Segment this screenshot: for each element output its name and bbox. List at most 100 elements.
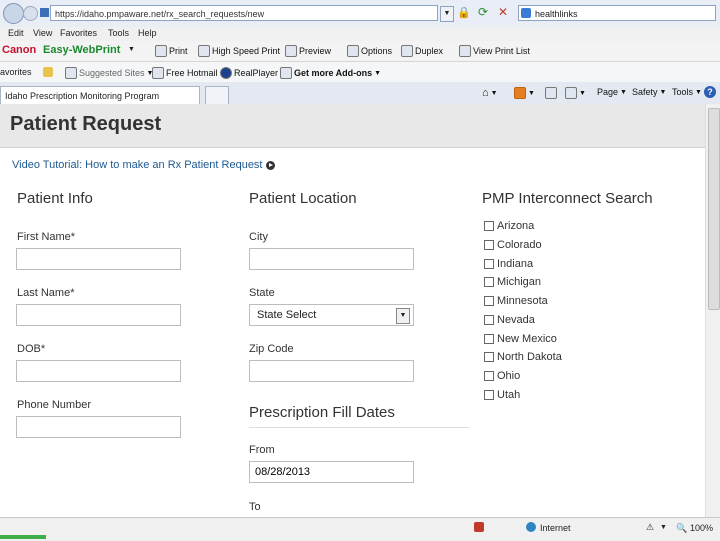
state-checkbox-nevada[interactable]: Nevada — [484, 314, 535, 326]
menu-edit[interactable]: Edit — [8, 28, 24, 38]
printer-icon — [565, 87, 577, 99]
checkbox[interactable] — [484, 296, 494, 306]
high-speed-print-button[interactable]: High Speed Print — [198, 45, 280, 57]
from-label: From — [249, 444, 275, 456]
canon-product[interactable]: Easy-WebPrint — [43, 44, 120, 56]
list-icon — [459, 45, 471, 57]
video-tutorial-link[interactable]: Video Tutorial: How to make an Rx Patien… — [12, 159, 275, 171]
home-icon: ⌂ — [482, 87, 489, 99]
printer-icon — [198, 45, 210, 57]
state-checkbox-colorado[interactable]: Colorado — [484, 239, 542, 251]
state-checkbox-arizona[interactable]: Arizona — [484, 220, 534, 232]
state-checkbox-indiana[interactable]: Indiana — [484, 258, 533, 270]
add-favorites-icon[interactable] — [43, 67, 53, 77]
mail-icon — [545, 87, 557, 99]
state-checkbox-north-dakota[interactable]: North Dakota — [484, 351, 562, 363]
interconnect-title: PMP Interconnect Search — [482, 190, 653, 207]
state-label: State — [249, 287, 275, 299]
security-icon — [474, 522, 484, 532]
refresh-icon[interactable]: ⟳ — [478, 5, 492, 19]
page-menu[interactable]: Page ▼ — [597, 87, 627, 97]
search-input[interactable]: healthlinks — [518, 5, 716, 21]
view-print-list-button[interactable]: View Print List — [459, 45, 530, 57]
favorites-bar: avorites Suggested Sites ▼ Free Hotmail R… — [0, 62, 720, 83]
scrollbar-thumb[interactable] — [708, 108, 720, 310]
checkbox[interactable] — [484, 221, 494, 231]
zip-code-label: Zip Code — [249, 343, 294, 355]
feeds-button[interactable]: ▼ — [514, 87, 535, 99]
protected-mode-icon[interactable]: ⚠ — [646, 522, 654, 533]
suggested-sites-link[interactable]: Suggested Sites ▼ — [65, 67, 153, 79]
state-checkbox-new-mexico[interactable]: New Mexico — [484, 333, 557, 345]
url-dropdown-icon[interactable]: ▼ — [440, 6, 454, 22]
checkbox[interactable] — [484, 240, 494, 250]
status-bar: Internet ⚠ ▼ 🔍 100% — [0, 517, 720, 541]
to-label: To — [249, 501, 261, 513]
last-name-input[interactable] — [16, 304, 181, 326]
checkbox[interactable] — [484, 259, 494, 269]
state-checkbox-ohio[interactable]: Ohio — [484, 370, 520, 382]
home-button[interactable]: ⌂ ▼ — [482, 87, 498, 99]
options-button[interactable]: Options — [347, 45, 392, 57]
chevron-down-icon: ▼ — [659, 88, 667, 96]
state-checkbox-utah[interactable]: Utah — [484, 389, 520, 401]
print-toolbar-button[interactable]: ▼ — [565, 87, 586, 99]
chevron-down-icon: ▼ — [374, 69, 382, 77]
status-progress — [0, 535, 46, 539]
checkbox[interactable] — [484, 315, 494, 325]
play-icon — [265, 160, 275, 170]
browser-tab[interactable]: Idaho Prescription Monitoring Program — [0, 86, 200, 104]
zip-code-input[interactable] — [249, 360, 414, 382]
zoom-icon[interactable]: 🔍 — [676, 523, 687, 534]
dob-input[interactable] — [16, 360, 181, 382]
forward-button[interactable] — [23, 6, 38, 21]
page-scrollbar[interactable] — [705, 104, 720, 517]
checkbox[interactable] — [484, 334, 494, 344]
menu-help[interactable]: Help — [138, 28, 157, 38]
zoom-level[interactable]: 100% — [690, 523, 713, 533]
favorites-label[interactable]: avorites — [0, 67, 32, 77]
stop-icon[interactable]: ✕ — [498, 5, 512, 19]
chevron-down-icon[interactable]: ▼ — [660, 524, 667, 531]
last-name-label: Last Name* — [17, 287, 75, 299]
checkbox[interactable] — [484, 371, 494, 381]
checkbox[interactable] — [484, 277, 494, 287]
get-more-addons-link[interactable]: Get more Add-ons ▼ — [280, 67, 381, 79]
canon-dropdown-icon[interactable]: ▼ — [128, 46, 135, 53]
from-date-input[interactable] — [249, 461, 414, 483]
chevron-down-icon: ▼ — [490, 89, 498, 97]
search-engine-icon[interactable] — [521, 8, 531, 18]
checkbox[interactable] — [484, 390, 494, 400]
preview-button[interactable]: Preview — [285, 45, 331, 57]
menu-view[interactable]: View — [33, 28, 52, 38]
zone-label: Internet — [540, 523, 571, 533]
city-label: City — [249, 231, 268, 243]
lock-icon[interactable]: 🔒 — [457, 6, 471, 20]
preview-icon — [285, 45, 297, 57]
state-select[interactable]: State Select ▼ — [249, 304, 414, 326]
fill-dates-title: Prescription Fill Dates — [249, 404, 395, 421]
mail-button[interactable] — [545, 87, 557, 99]
state-checkbox-minnesota[interactable]: Minnesota — [484, 295, 548, 307]
url-input[interactable]: https://idaho.pmpaware.net/rx_search_req… — [50, 5, 438, 21]
tools-menu[interactable]: Tools ▼ — [672, 87, 702, 97]
city-input[interactable] — [249, 248, 414, 270]
first-name-input[interactable] — [16, 248, 181, 270]
duplex-button[interactable]: Duplex — [401, 45, 443, 57]
realplayer-link[interactable]: RealPlayer — [220, 67, 278, 79]
chevron-down-icon: ▼ — [695, 88, 702, 96]
print-button[interactable]: Print — [155, 45, 188, 57]
patient-location-title: Patient Location — [249, 190, 357, 207]
state-checkbox-michigan[interactable]: Michigan — [484, 276, 541, 288]
checkbox[interactable] — [484, 352, 494, 362]
safety-menu[interactable]: Safety ▼ — [632, 87, 666, 97]
printer-icon — [155, 45, 167, 57]
phone-number-input[interactable] — [16, 416, 181, 438]
free-hotmail-link[interactable]: Free Hotmail — [152, 67, 218, 79]
rss-icon — [514, 87, 526, 99]
back-button[interactable] — [3, 3, 24, 24]
menu-favorites[interactable]: Favorites — [60, 28, 97, 38]
menu-tools[interactable]: Tools — [108, 28, 129, 38]
new-tab-button[interactable] — [205, 86, 229, 105]
help-icon[interactable]: ? — [704, 86, 716, 98]
